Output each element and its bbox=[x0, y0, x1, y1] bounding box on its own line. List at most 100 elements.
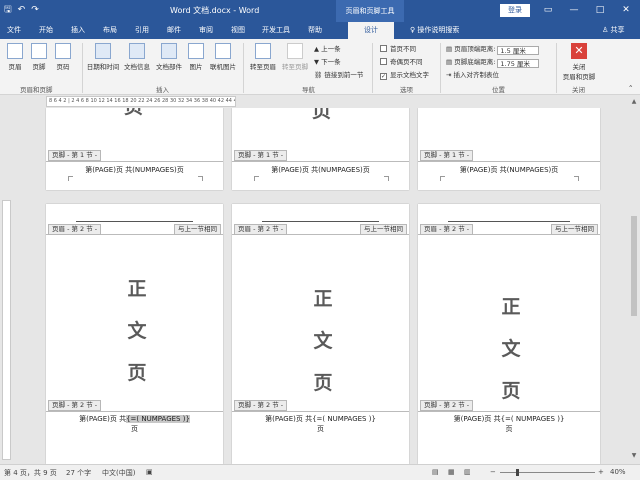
footer-prefix: 第(PAGE)页 共 bbox=[453, 415, 501, 423]
docinfo-button[interactable]: 文档信息 bbox=[122, 43, 152, 71]
close-window-button[interactable]: ✕ bbox=[618, 3, 634, 17]
scroll-up-icon[interactable]: ▲ bbox=[630, 98, 638, 105]
datetime-button[interactable]: 日期和时间 bbox=[86, 43, 120, 71]
footer-text[interactable]: 第(PAGE)页 共(NUMPAGES)页 bbox=[418, 165, 600, 175]
footer-line2: 页 bbox=[505, 425, 513, 433]
footer-icon bbox=[31, 43, 47, 59]
header-distance-input[interactable]: 1.5 厘米 bbox=[497, 46, 540, 55]
docparts-button[interactable]: 文档部件 bbox=[154, 43, 184, 71]
page-number-button[interactable]: 页码 bbox=[52, 43, 74, 71]
header-button[interactable]: 页眉 bbox=[4, 43, 26, 71]
save-icon[interactable]: 🖫 bbox=[4, 3, 12, 17]
word-count[interactable]: 27 个字 bbox=[66, 468, 91, 478]
footer-text[interactable]: 第(PAGE)页 共(NUMPAGES)页 bbox=[232, 165, 409, 175]
tab-help[interactable]: 帮助 bbox=[300, 22, 330, 39]
zoom-out-button[interactable]: − bbox=[490, 468, 496, 476]
margin-corner bbox=[574, 176, 579, 181]
insert-align-tab-button[interactable]: ⇥ 插入对齐制表位 bbox=[446, 69, 499, 79]
close-header-footer-button[interactable]: ✕ 关闭 页眉和页脚 bbox=[560, 43, 598, 81]
footer-button[interactable]: 页脚 bbox=[28, 43, 50, 71]
scroll-down-icon[interactable]: ▼ bbox=[630, 452, 638, 459]
odd-even-different-checkbox[interactable]: 奇偶页不同 bbox=[380, 56, 423, 66]
web-layout-icon[interactable]: ▥ bbox=[464, 468, 471, 476]
tab-home[interactable]: 开始 bbox=[32, 22, 60, 39]
page-top-3[interactable]: 页脚 - 第 1 节 - 第(PAGE)页 共(NUMPAGES)页 bbox=[418, 108, 600, 190]
zoom-slider-knob[interactable] bbox=[515, 469, 519, 476]
page-info[interactable]: 第 4 页，共 9 页 bbox=[4, 468, 57, 478]
ribbon-display-icon[interactable]: ▭ bbox=[540, 3, 556, 17]
online-picture-button[interactable]: 联机图片 bbox=[208, 43, 238, 71]
show-text-label: 显示文档文字 bbox=[390, 71, 429, 79]
goto-footer-button[interactable]: 转至页脚 bbox=[280, 43, 310, 71]
tab-file[interactable]: 文件 bbox=[2, 22, 26, 39]
group-label-navigation: 导航 bbox=[302, 86, 315, 94]
goto-header-button[interactable]: 转至页眉 bbox=[248, 43, 278, 71]
share-button[interactable]: ♙ 共享 bbox=[602, 22, 625, 39]
macro-record-icon[interactable]: ▣ bbox=[146, 468, 153, 476]
tab-mailings[interactable]: 邮件 bbox=[160, 22, 188, 39]
picture-button[interactable]: 图片 bbox=[186, 43, 206, 71]
docinfo-label: 文档信息 bbox=[124, 63, 150, 71]
footer-section-tag: 页脚 - 第 1 节 - bbox=[48, 150, 102, 161]
footer-field-text[interactable]: 第(PAGE)页 共{=( NUMPAGES )} bbox=[418, 414, 600, 424]
language-indicator[interactable]: 中文(中国) bbox=[102, 468, 135, 478]
docparts-label: 文档部件 bbox=[156, 63, 182, 71]
undo-icon[interactable]: ↶ bbox=[18, 3, 26, 17]
document-parts-icon bbox=[161, 43, 177, 59]
minimize-button[interactable]: — bbox=[566, 3, 582, 17]
goto-footer-label: 转至页脚 bbox=[282, 63, 308, 71]
next-button[interactable]: ▼ 下一条 bbox=[314, 56, 341, 66]
first-page-different-checkbox[interactable]: 首页不同 bbox=[380, 43, 416, 53]
page-top-1[interactable]: 页 页脚 - 第 1 节 - 第(PAGE)页 共(NUMPAGES)页 bbox=[46, 108, 223, 190]
quick-access-toolbar: 🖫 ↶ ↷ bbox=[4, 3, 39, 17]
numpages-field[interactable]: {=( NUMPAGES )} bbox=[501, 415, 565, 423]
group-label-insert: 插入 bbox=[156, 86, 169, 94]
share-label: 共享 bbox=[610, 26, 625, 34]
scroll-thumb[interactable] bbox=[631, 216, 637, 316]
link-previous-button[interactable]: ⛓ 链接到前一节 bbox=[314, 69, 363, 79]
numpages-field[interactable]: {=( NUMPAGES )} bbox=[312, 415, 376, 423]
zoom-in-button[interactable]: + bbox=[598, 468, 604, 476]
body-char-1: 正 bbox=[501, 296, 521, 318]
footer-boundary bbox=[418, 161, 600, 162]
footer-line2: 页 bbox=[131, 425, 138, 433]
show-document-text-checkbox[interactable]: ✓ 显示文档文字 bbox=[380, 69, 429, 80]
previous-button[interactable]: ▲ 上一条 bbox=[314, 43, 341, 53]
read-mode-icon[interactable]: ▤ bbox=[432, 468, 439, 476]
zoom-level[interactable]: 40% bbox=[610, 468, 626, 476]
tab-layout[interactable]: 布局 bbox=[96, 22, 124, 39]
tab-view[interactable]: 视图 bbox=[224, 22, 252, 39]
horizontal-ruler[interactable]: 8 6 4 2 | 2 4 6 8 10 12 14 16 18 20 22 2… bbox=[46, 96, 236, 107]
tab-developer[interactable]: 开发工具 bbox=[256, 22, 296, 39]
page-section2-2[interactable]: 页眉 - 第 2 节 - 与上一节相同 正 文 页 页脚 - 第 2 节 - 第… bbox=[232, 204, 409, 464]
redo-icon[interactable]: ↷ bbox=[31, 3, 39, 17]
maximize-button[interactable]: □ bbox=[592, 3, 608, 17]
document-area[interactable]: 页 页脚 - 第 1 节 - 第(PAGE)页 共(NUMPAGES)页 页 页… bbox=[12, 108, 626, 464]
page-section2-3[interactable]: 页眉 - 第 2 节 - 与上一节相同 正 文 页 页脚 - 第 2 节 - 第… bbox=[418, 204, 600, 464]
page-section2-1[interactable]: 页眉 - 第 2 节 - 与上一节相同 正 文 页 页脚 - 第 2 节 - 第… bbox=[46, 204, 223, 464]
tab-review[interactable]: 审阅 bbox=[192, 22, 220, 39]
footer-section-tag: 页脚 - 第 1 节 - bbox=[234, 150, 288, 161]
vertical-scrollbar[interactable]: ▲ ▼ bbox=[628, 96, 640, 464]
footer-section-tag: 页脚 - 第 2 节 - bbox=[234, 400, 288, 411]
context-tools-label: 页眉和页脚工具 bbox=[336, 0, 404, 22]
page-top-2[interactable]: 页 页脚 - 第 1 节 - 第(PAGE)页 共(NUMPAGES)页 bbox=[232, 108, 409, 190]
login-button[interactable]: 登录 bbox=[500, 4, 530, 17]
footer-text[interactable]: 第(PAGE)页 共(NUMPAGES)页 bbox=[46, 165, 223, 175]
footer-distance-input[interactable]: 1.75 厘米 bbox=[497, 59, 540, 68]
first-page-label: 首页不同 bbox=[390, 45, 416, 53]
header-distance-icon: ▤ bbox=[446, 45, 455, 53]
tab-insert[interactable]: 插入 bbox=[64, 22, 92, 39]
print-layout-icon[interactable]: ▦ bbox=[448, 468, 455, 476]
footer-field-text[interactable]: 第(PAGE)页 共{=( NUMPAGES )} bbox=[46, 414, 223, 424]
collapse-ribbon-icon[interactable]: ⌃ bbox=[628, 84, 633, 92]
numpages-field[interactable]: {=( NUMPAGES )} bbox=[126, 415, 190, 423]
tell-me-search[interactable]: ♀ 操作说明搜索 bbox=[410, 22, 459, 39]
vertical-ruler[interactable] bbox=[2, 200, 11, 460]
checkmark-icon: ✓ bbox=[380, 73, 387, 80]
zoom-slider[interactable] bbox=[500, 469, 595, 476]
online-picture-icon bbox=[215, 43, 231, 59]
footer-field-text[interactable]: 第(PAGE)页 共{=( NUMPAGES )} bbox=[232, 414, 409, 424]
tab-references[interactable]: 引用 bbox=[128, 22, 156, 39]
tab-design[interactable]: 设计 bbox=[348, 22, 394, 39]
